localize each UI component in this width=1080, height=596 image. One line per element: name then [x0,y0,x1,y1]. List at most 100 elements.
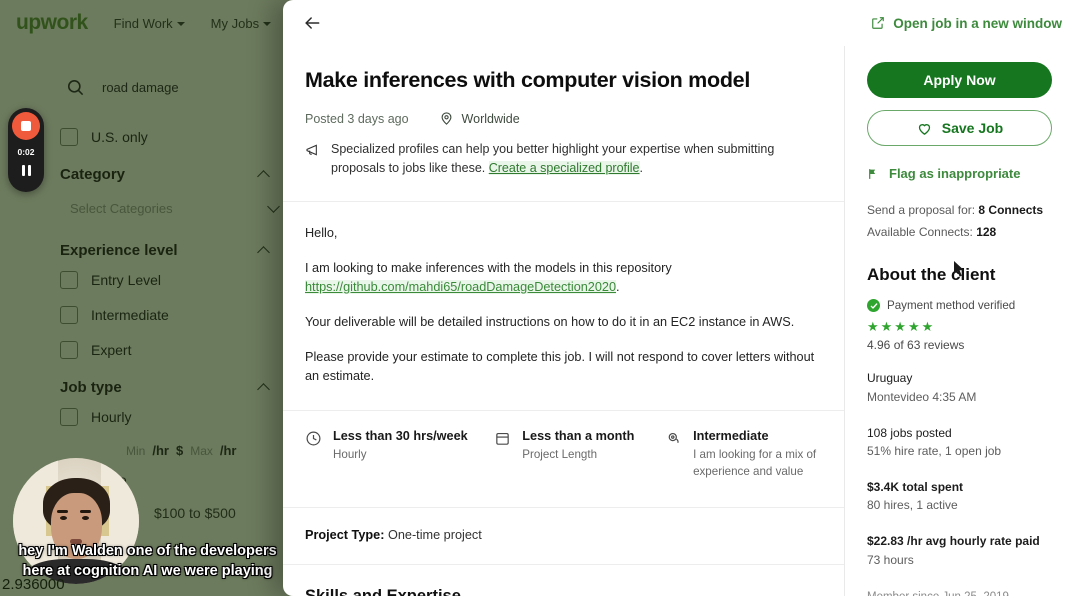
available-connects-value: 128 [976,225,997,240]
create-specialized-profile-link[interactable]: Create a specialized profile [488,161,640,176]
check-circle-icon [867,299,880,313]
filter-section-category[interactable]: Category [60,166,270,183]
filter-entry-level[interactable]: Entry Level [60,271,280,289]
category-select[interactable]: Select Categories [70,195,280,222]
send-proposal-value: 8 Connects [978,203,1044,217]
megaphone-icon [306,144,317,156]
modal-header: Open job in a new window [283,0,1080,46]
skills-heading: Skills and Expertise [305,586,461,596]
send-proposal-row: Send a proposal for: 8 Connects [867,199,1058,221]
project-type-value: One-time project [387,527,482,542]
filter-expert[interactable]: Expert [60,341,280,359]
upwork-logo[interactable]: upwork [16,11,88,35]
back-button[interactable] [297,8,327,38]
desc-greeting: Hello, [305,225,338,240]
back-arrow-icon [305,17,320,29]
pause-icon [21,165,25,176]
nav-item-my-jobs[interactable]: My Jobs [210,15,272,31]
checkbox[interactable] [60,128,78,146]
pause-recording-button[interactable] [21,165,31,176]
checkbox[interactable] [60,341,78,359]
client-location-block: Uruguay Montevideo 4:35 AM [867,369,1058,406]
chevron-up-icon [257,246,270,259]
filter-label: Hourly [91,409,132,425]
hire-rate: 51% hire rate, 1 open job [867,444,1002,459]
client-jobs-block: 108 jobs posted 51% hire rate, 1 open jo… [867,424,1058,461]
calendar-icon [496,432,510,445]
filter-us-only[interactable]: U.S. only [60,128,280,146]
pause-icon [27,165,31,176]
fact-sub: Hourly [333,448,367,462]
available-connects-label: Available Connects: [867,225,977,240]
filter-section-experience[interactable]: Experience level [60,242,270,259]
search-bar[interactable]: road damage [66,78,179,97]
fact-title: Less than 30 hrs/week [333,429,468,444]
promo-tail: . [639,161,643,176]
nav-item-find-work[interactable]: Find Work [114,16,185,31]
flag-inappropriate-link[interactable]: Flag as inappropriate [867,166,1058,181]
location-pin-icon [441,112,451,125]
search-icon [67,79,84,96]
open-job-new-window-link[interactable]: Open job in a new window [871,16,1062,31]
checkbox[interactable] [60,271,78,289]
job-meta: Posted 3 days ago Worldwide [305,111,822,126]
chevron-down-icon [267,200,280,213]
apply-now-button[interactable]: Apply Now [867,62,1052,98]
mouse-cursor [954,261,964,277]
save-job-button[interactable]: Save Job [867,110,1052,146]
clock-icon [306,431,321,446]
repository-link[interactable]: https://github.com/mahdi65/roadDamageDet… [305,279,617,294]
job-description: Hello, I am looking to make inferences w… [283,202,844,412]
recording-timer: 0:02 [17,147,35,157]
search-input-value: road damage [102,80,179,95]
total-hours: 73 hours [867,552,914,567]
rate-unit: /hr [219,443,237,458]
desc-estimate: Please provide your estimate to complete… [305,349,815,383]
specialized-profile-promo: Specialized profiles can help you better… [305,140,815,201]
chevron-down-icon [176,22,185,26]
stop-icon [21,121,31,131]
fact-sub: Project Length [522,448,598,462]
job-details-modal: Open job in a new window Make inferences… [283,0,1080,596]
posted-date: Posted 3 days ago [305,111,409,126]
filter-label: U.S. only [91,129,148,145]
nav-label: My Jobs [210,15,260,31]
job-sidebar-column: Apply Now Save Job Flag as inappropriate [845,46,1080,596]
rate-unit: /hr [152,443,169,458]
checkbox[interactable] [60,408,78,426]
screen-recorder-widget[interactable]: 0:02 [8,108,44,192]
rate-min-input[interactable]: Min [126,444,145,458]
project-type-row: Project Type: One-time project [283,508,844,565]
filter-label: Intermediate [91,307,169,323]
filter-label: Entry Level [91,272,162,288]
skill-level-icon [668,432,679,444]
filter-hourly[interactable]: Hourly [60,408,280,426]
desc-repo-tail: . [616,279,620,294]
fact-experience-level: Intermediate I am looking for a mix of e… [665,429,822,481]
job-header-section: Make inferences with computer vision mod… [283,68,844,202]
screen-root: upwork Find Work My Jobs Repor road dama… [0,0,1080,596]
avg-hourly-rate: $22.83 /hr avg hourly rate paid [867,533,1040,548]
hourly-rate-range[interactable]: Min /hr $ Max /hr [126,443,280,458]
verified-label: Payment method verified [887,299,1016,313]
chevron-down-icon [263,22,272,26]
available-connects-row: Available Connects: 128 [867,221,1058,243]
filter-section-job-type[interactable]: Job type [60,379,270,396]
section-title: Job type [60,379,122,396]
send-proposal-label: Send a proposal for: [867,203,979,217]
stop-recording-button[interactable] [12,112,40,140]
checkbox[interactable] [60,306,78,324]
dollar-sign: $ [175,443,184,458]
member-since: Member since Jun 25, 2019 [867,591,1058,596]
link-label: Open job in a new window [893,15,1062,31]
payment-verified-badge: Payment method verified [867,299,1058,313]
total-spent: $3.4K total spent [867,479,964,494]
client-city-time: Montevideo 4:35 AM [867,389,977,404]
fact-title: Intermediate [693,429,769,444]
nav-label: Find Work [113,15,173,31]
filter-intermediate[interactable]: Intermediate [60,306,280,324]
jobs-posted: 108 jobs posted [867,425,952,440]
fact-sub: I am looking for a mix of experience and… [693,448,817,478]
rate-max-input[interactable]: Max [190,444,213,458]
desc-repo-text: I am looking to make inferences with the… [305,260,672,275]
